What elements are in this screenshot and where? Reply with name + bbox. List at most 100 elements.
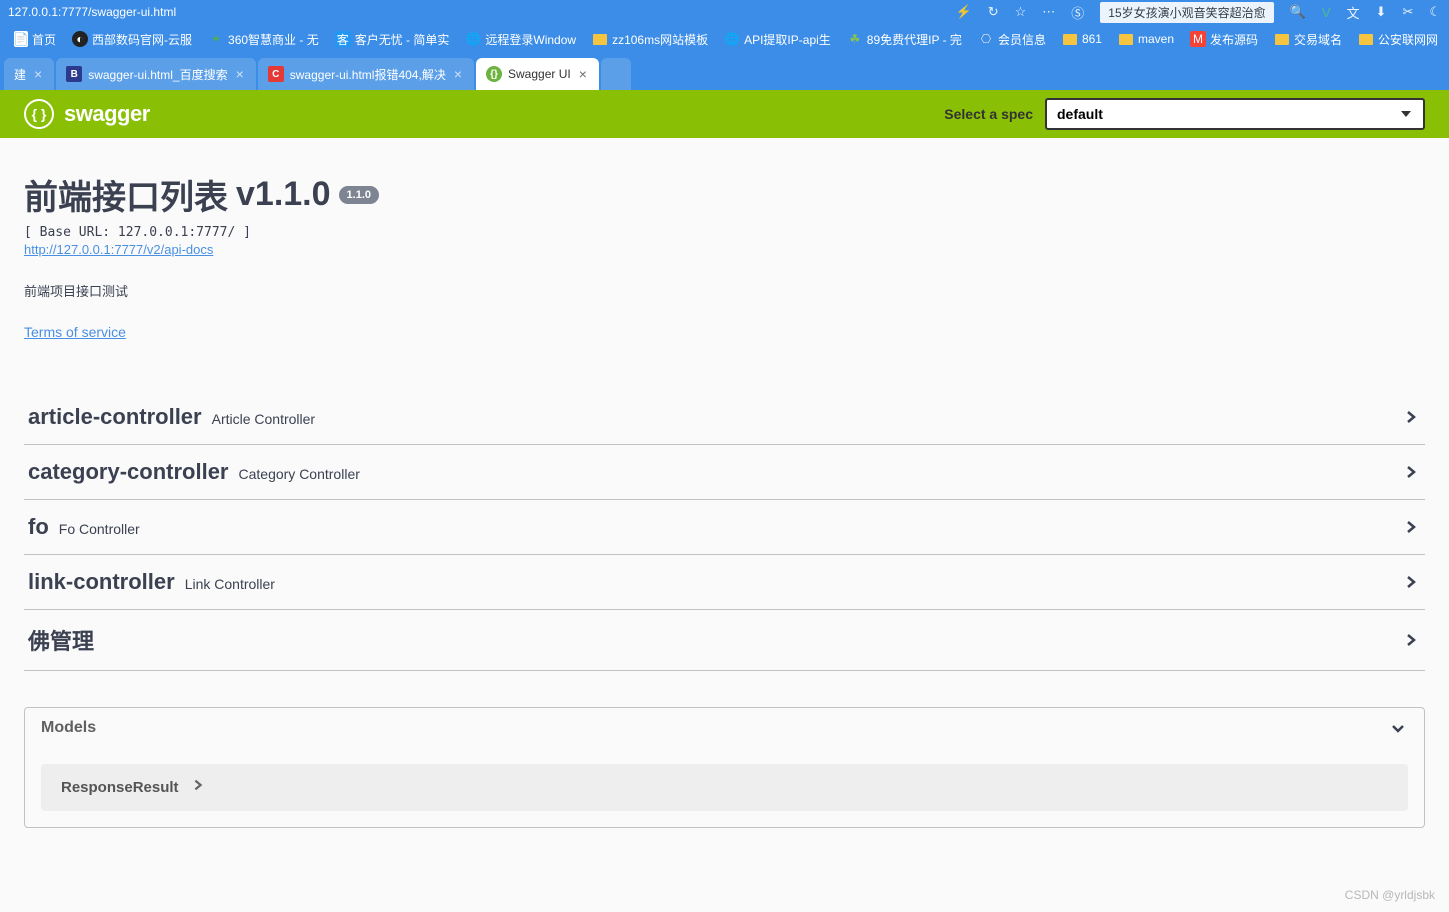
bookmark-item[interactable]: zz106ms网站模板: [586, 29, 714, 50]
browser-address-bar: 127.0.0.1:7777/swagger-ui.html ⚡ ↻ ☆ ⋯ Ⓢ…: [0, 0, 1449, 24]
api-description: 前端项目接口测试: [24, 281, 1425, 300]
models-header[interactable]: Models: [25, 708, 1424, 748]
bookmark-item[interactable]: 交易域名: [1268, 29, 1348, 50]
favicon-csdn: C: [268, 66, 284, 82]
controllers-list: article-controller Article Controller cate…: [24, 390, 1425, 671]
bookmark-label: 首页: [32, 31, 56, 48]
controller-name: article-controller: [28, 404, 202, 430]
folder-icon: [592, 31, 608, 47]
controller-name: fo: [28, 514, 49, 540]
tab-label: 建: [14, 66, 26, 83]
controller-name: 佛管理: [28, 624, 94, 656]
controller-item[interactable]: article-controller Article Controller: [24, 390, 1425, 445]
close-icon[interactable]: ×: [234, 66, 246, 82]
chevron-right-icon: [1401, 517, 1421, 537]
github-icon: ⎔: [978, 31, 994, 47]
main-content: 前端接口列表 v1.1.0 1.1.0 [ Base URL: 127.0.0.…: [0, 138, 1449, 828]
news-ticker[interactable]: 15岁女孩演小观音笑容超治愈: [1100, 2, 1273, 23]
bookmark-label: 西部数码官网-云服: [92, 31, 192, 48]
site-icon: ◐: [72, 31, 88, 47]
api-title: 前端接口列表 v1.1.0 1.1.0: [24, 170, 1425, 219]
sogou-icon[interactable]: Ⓢ: [1071, 3, 1084, 22]
globe-icon: 🌐: [465, 31, 481, 47]
terms-of-service-link[interactable]: Terms of service: [24, 324, 126, 340]
bookmark-item[interactable]: M发布源码: [1184, 29, 1264, 50]
controller-description: Link Controller: [185, 576, 275, 592]
swagger-logo-icon: { }: [24, 99, 54, 129]
bookmark-item[interactable]: ☘89免费代理IP - 完: [841, 29, 968, 50]
chevron-right-icon: [1401, 407, 1421, 427]
bookmark-label: maven: [1138, 32, 1174, 46]
search-icon[interactable]: 🔍: [1290, 4, 1306, 20]
bookmark-label: 客户无忧 - 简单实: [355, 31, 450, 48]
site-icon: ☘: [847, 31, 863, 47]
chevron-right-icon: [1401, 462, 1421, 482]
spec-label: Select a spec: [944, 106, 1033, 122]
new-tab-button[interactable]: [601, 58, 631, 90]
api-version-inline: v1.1.0: [236, 175, 331, 214]
tab-label: swagger-ui.html报错404,解决: [290, 66, 446, 83]
bookmark-label: API提取IP-api生: [744, 31, 831, 48]
url-text[interactable]: 127.0.0.1:7777/swagger-ui.html: [8, 5, 956, 19]
bookmark-item[interactable]: ⎔会员信息: [972, 29, 1052, 50]
browser-tab[interactable]: {}Swagger UI×: [476, 58, 599, 90]
controller-item[interactable]: link-controller Link Controller: [24, 555, 1425, 610]
star-icon[interactable]: ☆: [1015, 4, 1027, 20]
chevron-right-icon: [1401, 630, 1421, 650]
controller-description: Article Controller: [212, 411, 315, 427]
api-info: 前端接口列表 v1.1.0 1.1.0 [ Base URL: 127.0.0.…: [24, 170, 1425, 342]
close-icon[interactable]: ×: [577, 66, 589, 82]
bookmark-label: 公安联网网: [1378, 31, 1438, 48]
site-icon: 客: [335, 31, 351, 47]
bookmark-item[interactable]: ✦360智慧商业 - 无: [202, 29, 325, 50]
bookmark-item[interactable]: 🌐API提取IP-api生: [718, 29, 837, 50]
controller-item[interactable]: 佛管理: [24, 610, 1425, 671]
controller-item[interactable]: category-controllerCategory Controller: [24, 445, 1425, 500]
bookmark-label: zz106ms网站模板: [612, 31, 708, 48]
bookmark-item[interactable]: 📄首页: [8, 29, 62, 50]
tabs-row: 建×Bswagger-ui.html_百度搜索×Cswagger-ui.html…: [0, 54, 1449, 90]
download-icon[interactable]: ⬇: [1376, 4, 1387, 20]
tab-label: swagger-ui.html_百度搜索: [88, 66, 227, 83]
translate-icon[interactable]: 文: [1347, 3, 1360, 22]
site-icon: M: [1190, 31, 1206, 47]
bookmark-item[interactable]: ◐西部数码官网-云服: [66, 29, 198, 50]
chevron-down-icon: [1388, 718, 1408, 738]
version-badge: 1.1.0: [339, 186, 379, 204]
screenshot-icon[interactable]: ✂: [1402, 4, 1413, 20]
watermark: CSDN @yrldjsbk: [1345, 888, 1435, 902]
close-icon[interactable]: ×: [32, 66, 44, 82]
vue-icon[interactable]: V: [1322, 5, 1331, 20]
api-title-text: 前端接口列表: [24, 170, 228, 219]
folder-icon: [1358, 31, 1374, 47]
api-docs-link[interactable]: http://127.0.0.1:7777/v2/api-docs: [24, 242, 213, 257]
bookmark-label: 远程登录Window: [485, 31, 576, 48]
moon-icon[interactable]: ☾: [1429, 4, 1441, 20]
browser-tab[interactable]: 建×: [4, 58, 54, 90]
browser-tab[interactable]: Cswagger-ui.html报错404,解决 ×: [258, 58, 474, 90]
bookmark-item[interactable]: maven: [1112, 29, 1180, 49]
controller-item[interactable]: foFo Controller: [24, 500, 1425, 555]
bookmark-item[interactable]: 861: [1056, 29, 1108, 49]
chevron-right-icon: [191, 778, 205, 797]
menu-icon[interactable]: ⋯: [1042, 4, 1055, 20]
refresh-icon[interactable]: ↻: [988, 4, 999, 20]
browser-top-icons: ⚡ ↻ ☆ ⋯ Ⓢ 15岁女孩演小观音笑容超治愈 🔍 V 文 ⬇ ✂ ☾: [956, 2, 1441, 23]
close-icon[interactable]: ×: [452, 66, 464, 82]
models-section: Models ResponseResult: [24, 707, 1425, 828]
swagger-logo-text: swagger: [64, 101, 150, 127]
swagger-logo[interactable]: { } swagger: [24, 99, 150, 129]
browser-tab[interactable]: Bswagger-ui.html_百度搜索×: [56, 58, 256, 90]
spec-dropdown[interactable]: default: [1045, 98, 1425, 130]
bookmark-item[interactable]: 🌐远程登录Window: [459, 29, 582, 50]
flash-icon[interactable]: ⚡: [956, 4, 972, 20]
tab-label: Swagger UI: [508, 67, 571, 81]
swagger-topbar: { } swagger Select a spec default: [0, 90, 1449, 138]
model-item[interactable]: ResponseResult: [41, 764, 1408, 811]
bookmark-item[interactable]: 公安联网网: [1352, 29, 1444, 50]
globe-icon: 🌐: [724, 31, 740, 47]
bookmark-label: 交易域名: [1294, 31, 1342, 48]
bookmark-item[interactable]: 客客户无忧 - 简单实: [329, 29, 456, 50]
controller-name: link-controller: [28, 569, 175, 595]
controller-name: category-controller: [28, 459, 229, 485]
